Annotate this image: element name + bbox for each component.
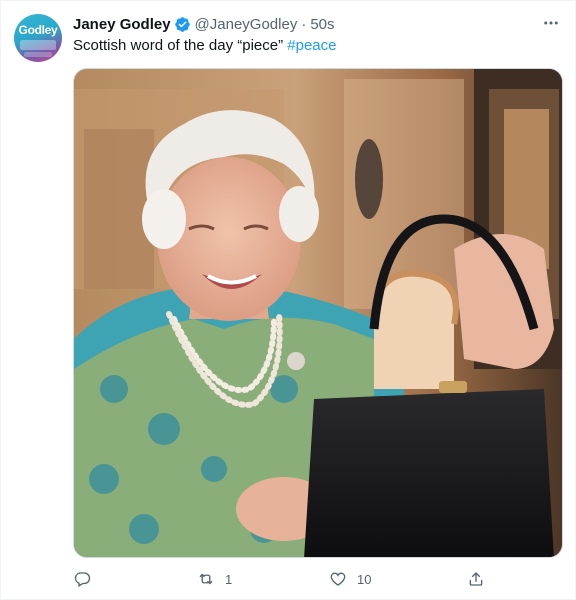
retweet-icon xyxy=(199,573,213,585)
tweet-text: Scottish word of the day “piece” #peace xyxy=(73,37,337,54)
retweet-count: 1 xyxy=(225,571,233,587)
reply-icon xyxy=(74,572,91,587)
display-name[interactable]: Janey Godley xyxy=(73,16,171,33)
separator-dot: · xyxy=(301,15,307,33)
avatar[interactable]: Godley xyxy=(14,14,62,62)
heart-icon xyxy=(330,572,346,586)
share-button[interactable] xyxy=(467,568,485,590)
tweet-body: Scottish word of the day “piece” xyxy=(73,37,288,54)
retweet-button[interactable]: 1 xyxy=(197,568,232,590)
tweet-photo[interactable] xyxy=(73,68,563,558)
tweet-actions: 1 10 xyxy=(73,568,493,590)
avatar-decoration xyxy=(24,52,52,57)
verified-badge-icon xyxy=(174,16,190,32)
avatar-decoration xyxy=(20,40,56,50)
reply-button[interactable] xyxy=(73,568,101,590)
tweet-header: Janey Godley @JaneyGodley · 50s xyxy=(73,13,335,35)
share-icon xyxy=(469,572,483,586)
like-count: 10 xyxy=(357,571,372,587)
timestamp[interactable]: 50s xyxy=(310,16,334,33)
like-button[interactable]: 10 xyxy=(329,568,371,590)
photo-illustration xyxy=(74,69,562,557)
more-dots-icon[interactable] xyxy=(540,12,562,34)
more-dots-glyph xyxy=(544,21,558,25)
handle[interactable]: @JaneyGodley xyxy=(195,16,298,33)
avatar-text: Godley xyxy=(18,23,58,37)
hashtag-link[interactable]: #peace xyxy=(287,37,336,54)
